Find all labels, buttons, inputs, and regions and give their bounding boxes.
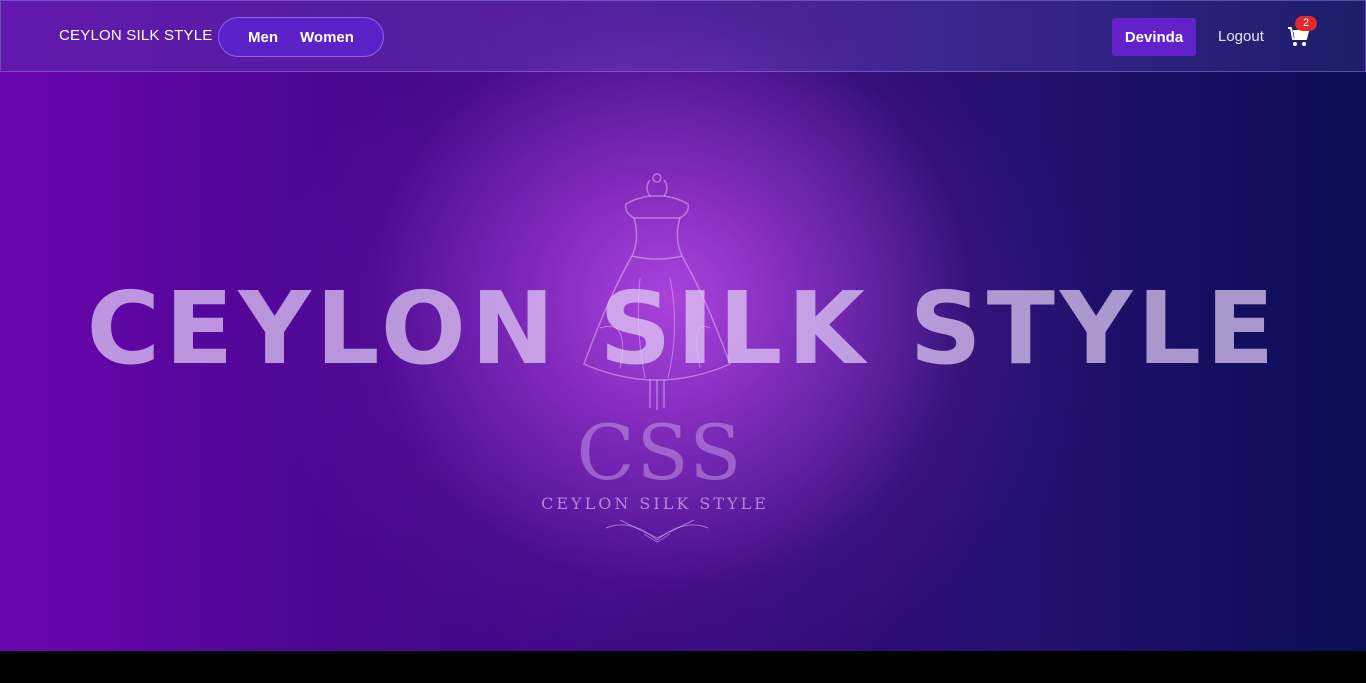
nav-link-women[interactable]: Women [300, 29, 354, 46]
brand-link[interactable]: CEYLON SILK STYLE [59, 27, 212, 44]
hero-headline: CEYLON SILK STYLE [86, 270, 1280, 387]
user-button[interactable]: Devinda [1112, 18, 1196, 56]
hero-section: CEYLON SILK STYLE Men Women Devinda Logo… [0, 0, 1366, 651]
nav-pill: Men Women [218, 17, 384, 57]
cart-count-badge: 2 [1295, 16, 1317, 31]
page: CEYLON SILK STYLE Men Women Devinda Logo… [0, 0, 1366, 683]
nav-link-men[interactable]: Men [248, 29, 278, 46]
logout-link[interactable]: Logout [1218, 28, 1264, 45]
navbar: CEYLON SILK STYLE Men Women Devinda Logo… [0, 0, 1366, 72]
logo-monogram: CSS [576, 408, 744, 497]
logo-wordmark: CEYLON SILK STYLE [541, 494, 769, 513]
